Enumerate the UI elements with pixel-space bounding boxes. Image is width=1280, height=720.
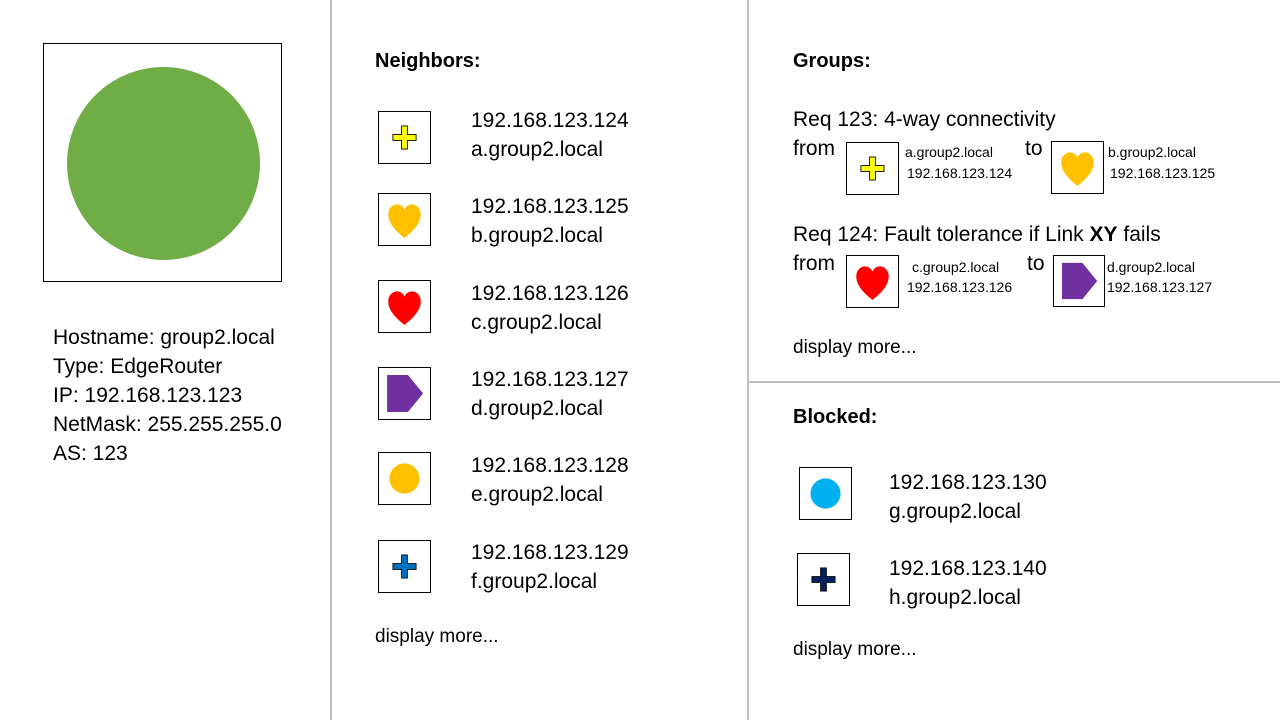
neighbor-entry[interactable]: 192.168.123.127 d.group2.local <box>471 365 629 423</box>
blocked-entry[interactable]: 192.168.123.130 g.group2.local <box>889 468 1047 526</box>
requirement-from-icon-box[interactable] <box>846 255 899 308</box>
requirement-from-ip: 192.168.123.126 <box>907 279 1013 295</box>
neighbor-host: d.group2.local <box>471 397 603 420</box>
neighbor-icon-box[interactable] <box>378 540 431 593</box>
pentagon-arrow-icon <box>387 374 424 413</box>
requirement-title: Req 124: Fault tolerance if Link XY fail… <box>793 223 1161 247</box>
neighbor-icon-box[interactable] <box>378 280 431 333</box>
groups-heading: Groups: <box>793 50 871 72</box>
neighbor-entry[interactable]: 192.168.123.128 e.group2.local <box>471 451 629 509</box>
page: Hostname: group2.local Type: EdgeRouter … <box>0 0 1280 720</box>
blocked-icon-box[interactable] <box>797 553 850 606</box>
device-status-box <box>43 43 282 282</box>
neighbors-heading: Neighbors: <box>375 50 481 72</box>
requirement-from-ip: 192.168.123.124 <box>907 165 1013 181</box>
cross-icon <box>392 554 417 579</box>
blocked-icon-box[interactable] <box>799 467 852 520</box>
requirement-from-label: from <box>793 137 835 160</box>
cross-icon <box>811 567 836 592</box>
requirement-to-icon-box[interactable] <box>1053 255 1105 307</box>
neighbor-entry[interactable]: 192.168.123.124 a.group2.local <box>471 106 629 164</box>
blocked-host: g.group2.local <box>889 500 1021 523</box>
requirement-to-host: d.group2.local <box>1107 259 1195 275</box>
neighbor-entry[interactable]: 192.168.123.129 f.group2.local <box>471 538 629 596</box>
requirement-title-suffix: fails <box>1117 223 1161 246</box>
blocked-ip: 192.168.123.130 <box>889 471 1047 494</box>
requirement-from-label: from <box>793 252 835 275</box>
requirement-to-label: to <box>1025 137 1043 160</box>
neighbor-host: c.group2.local <box>471 311 602 334</box>
hostname-line: Hostname: group2.local <box>53 326 275 349</box>
heart-icon <box>1061 152 1094 187</box>
neighbor-ip: 192.168.123.129 <box>471 541 629 564</box>
neighbor-entry[interactable]: 192.168.123.125 b.group2.local <box>471 192 629 250</box>
neighbor-icon-box[interactable] <box>378 367 431 420</box>
ip-line: IP: 192.168.123.123 <box>53 384 243 407</box>
neighbor-host: f.group2.local <box>471 570 598 593</box>
requirement-from-icon-box[interactable] <box>846 142 899 195</box>
neighbor-icon-box[interactable] <box>378 111 431 164</box>
requirement-to-ip: 192.168.123.125 <box>1110 165 1216 181</box>
cross-icon <box>392 125 417 150</box>
circle-icon <box>389 463 420 494</box>
column-divider <box>330 0 332 720</box>
neighbor-host: a.group2.local <box>471 138 603 161</box>
heart-icon <box>388 291 421 326</box>
neighbor-entry[interactable]: 192.168.123.126 c.group2.local <box>471 279 629 337</box>
blocked-display-more-link[interactable]: display more... <box>793 639 917 661</box>
requirement-to-icon-box[interactable] <box>1051 141 1104 194</box>
neighbor-icon-box[interactable] <box>378 452 431 505</box>
requirement-to-label: to <box>1027 252 1045 275</box>
blocked-ip: 192.168.123.140 <box>889 557 1047 580</box>
requirement-to-host: b.group2.local <box>1108 144 1196 160</box>
neighbor-ip: 192.168.123.125 <box>471 195 629 218</box>
neighbor-ip: 192.168.123.128 <box>471 454 629 477</box>
device-status-circle-icon <box>67 67 260 260</box>
requirement-title: Req 123: 4-way connectivity <box>793 108 1056 131</box>
neighbor-host: b.group2.local <box>471 224 603 247</box>
heart-icon <box>856 266 889 301</box>
section-divider <box>749 381 1280 383</box>
circle-icon <box>810 478 841 509</box>
requirement-from-host: c.group2.local <box>912 259 1000 275</box>
neighbor-ip: 192.168.123.124 <box>471 109 629 132</box>
netmask-line: NetMask: 255.255.255.0 <box>53 413 282 436</box>
neighbor-icon-box[interactable] <box>378 193 431 246</box>
blocked-host: h.group2.local <box>889 586 1021 609</box>
neighbor-ip: 192.168.123.126 <box>471 282 629 305</box>
neighbor-ip: 192.168.123.127 <box>471 368 629 391</box>
requirement-title-prefix: Req 124: Fault tolerance if Link <box>793 223 1090 246</box>
blocked-entry[interactable]: 192.168.123.140 h.group2.local <box>889 554 1047 612</box>
cross-icon <box>860 156 885 181</box>
device-info: Hostname: group2.local Type: EdgeRouter … <box>53 323 282 468</box>
neighbors-display-more-link[interactable]: display more... <box>375 626 499 648</box>
requirement-title-link-name: XY <box>1089 223 1118 246</box>
type-line: Type: EdgeRouter <box>53 355 223 378</box>
heart-icon <box>388 204 421 239</box>
as-line: AS: 123 <box>53 442 128 465</box>
requirement-from-host: a.group2.local <box>905 144 993 160</box>
pentagon-arrow-icon <box>1061 262 1098 300</box>
requirement-to-ip: 192.168.123.127 <box>1107 279 1213 295</box>
neighbor-host: e.group2.local <box>471 483 603 506</box>
column-divider <box>747 0 749 720</box>
blocked-heading: Blocked: <box>793 406 878 428</box>
groups-display-more-link[interactable]: display more... <box>793 337 917 359</box>
